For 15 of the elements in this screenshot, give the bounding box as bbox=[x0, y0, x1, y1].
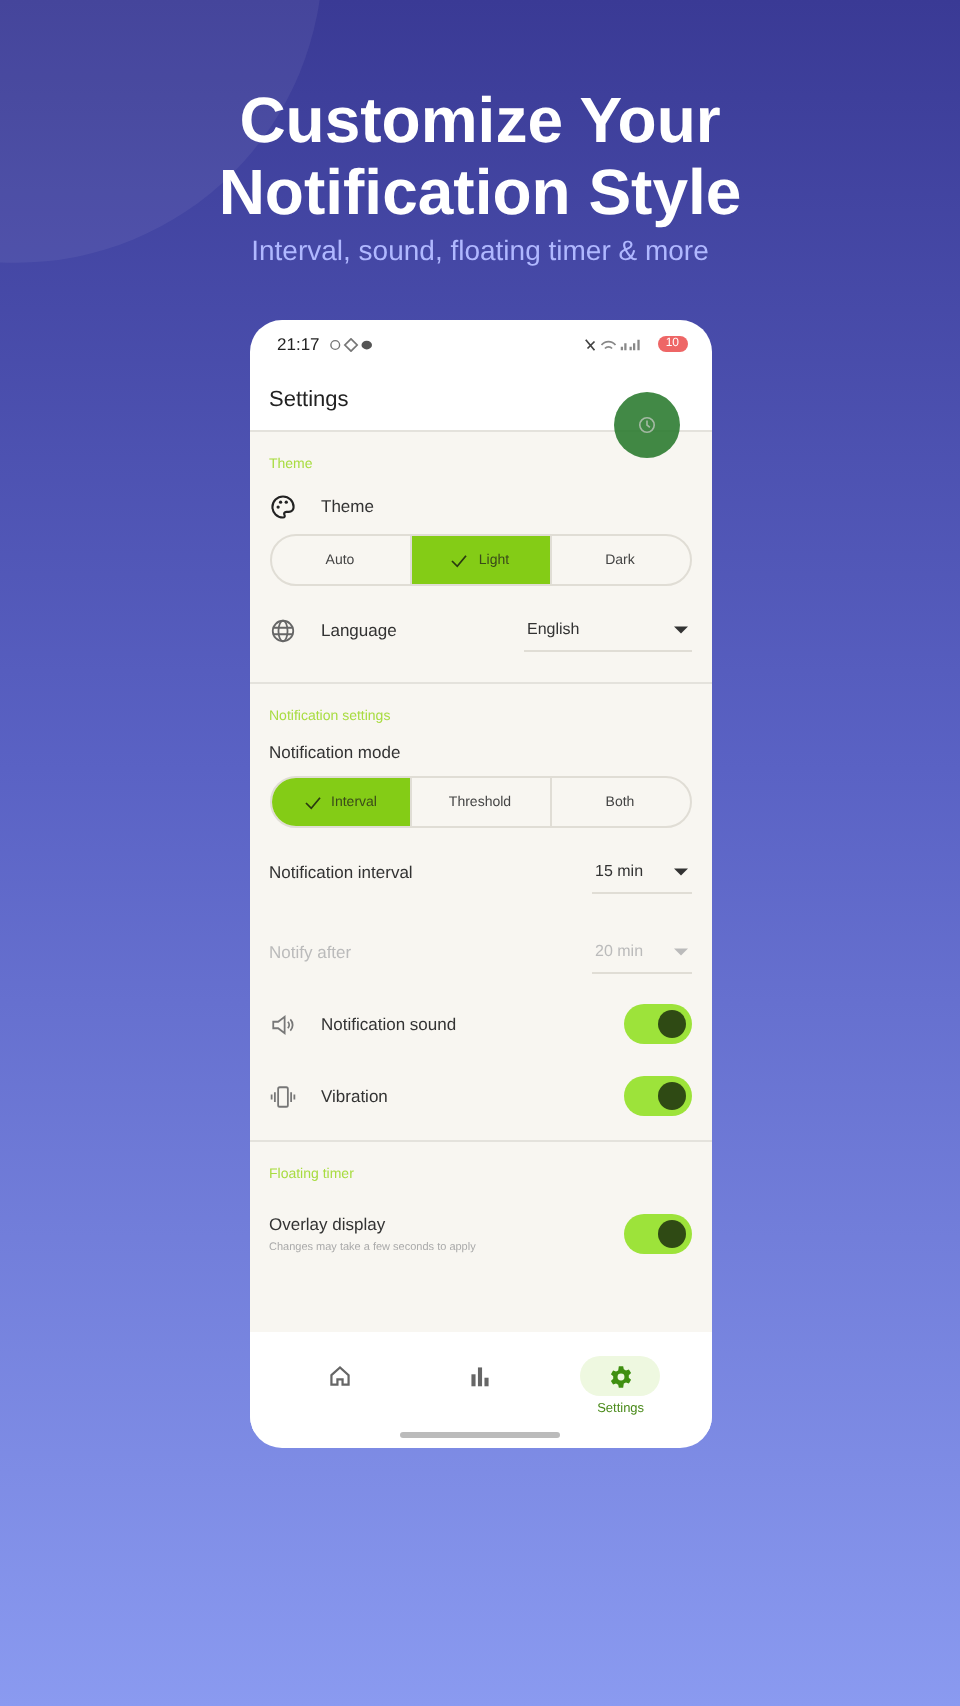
setting-label: Notify after bbox=[269, 942, 352, 962]
theme-label: Theme bbox=[321, 496, 374, 516]
overlay-label: Overlay display bbox=[269, 1214, 388, 1234]
status-time: 21:17 bbox=[277, 334, 320, 354]
language-label: Language bbox=[321, 620, 397, 640]
headline: Customize Your Notification Style bbox=[216, 84, 744, 228]
subtitle: Interval, sound, floating timer & more bbox=[251, 234, 709, 266]
value-dropdown: 20 min bbox=[591, 930, 691, 974]
value-dropdown[interactable]: 15 min bbox=[591, 850, 691, 894]
language-dropdown[interactable]: English bbox=[523, 608, 691, 652]
setting-label: Notification interval bbox=[269, 862, 413, 882]
screen-title: Settings bbox=[269, 387, 349, 411]
mode-label: Notification mode bbox=[269, 742, 401, 762]
sound-label: Notification sound bbox=[321, 1014, 457, 1034]
vibration-label: Vibration bbox=[321, 1086, 388, 1106]
